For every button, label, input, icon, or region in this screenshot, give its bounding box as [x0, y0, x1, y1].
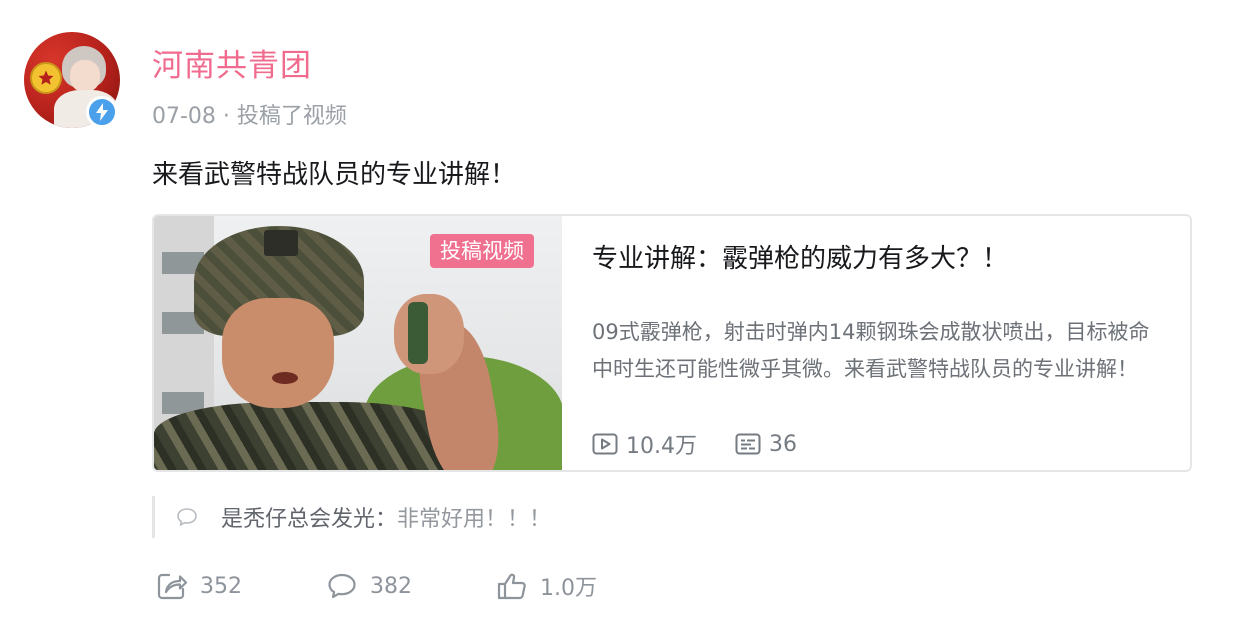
danmaku-icon [735, 433, 761, 455]
share-icon [157, 573, 188, 600]
view-count: 10.4万 [592, 428, 697, 460]
comment-username[interactable]: 是秃仔总会发光 [221, 501, 375, 533]
league-emblem [30, 62, 62, 94]
like-button[interactable]: 1.0万 [496, 570, 597, 602]
reply-icon [328, 573, 356, 599]
post-meta: 07-08 · 投稿了视频 [152, 98, 347, 130]
top-comment[interactable]: 是秃仔总会发光：非常好用！！！ [152, 496, 852, 538]
author-name[interactable]: 河南共青团 [152, 40, 312, 85]
meta-separator: · [215, 104, 237, 129]
video-thumbnail[interactable]: 投稿视频 [154, 216, 562, 470]
danmaku-count-value: 36 [769, 431, 797, 457]
reply-button[interactable]: 382 [326, 571, 412, 601]
comment-count: 382 [370, 573, 412, 599]
comment-bubble-icon [177, 508, 197, 526]
play-icon [592, 433, 618, 455]
video-card[interactable]: 投稿视频 专业讲解：霰弹枪的威力有多大？！ 09式霰弹枪，射击时弹内14颗钢珠会… [152, 214, 1192, 472]
view-count-value: 10.4万 [626, 434, 697, 459]
comment-separator: ： [375, 507, 398, 532]
post-text: 来看武警特战队员的专业讲解！ [152, 160, 517, 190]
dynamic-post: 河南共青团 07-08 · 投稿了视频 来看武警特战队员的专业讲解！ 投稿视频 … [0, 0, 1254, 622]
thumbs-up-icon [497, 573, 526, 600]
video-title[interactable]: 专业讲解：霰弹枪的威力有多大？！ [592, 238, 1008, 275]
share-count: 352 [200, 573, 242, 599]
video-stats: 10.4万 36 [592, 428, 835, 460]
post-date: 07-08 [152, 104, 216, 129]
video-description: 09式霰弹枪，射击时弹内14颗钢珠会成散状喷出，目标被命中时生还可能性微乎其微。… [592, 320, 1150, 381]
verified-lightning-icon [86, 96, 118, 128]
post-action: 投稿了视频 [236, 104, 347, 129]
danmaku-count: 36 [735, 432, 797, 457]
like-count: 1.0万 [540, 576, 597, 601]
share-button[interactable]: 352 [156, 571, 242, 601]
video-type-badge: 投稿视频 [430, 234, 534, 268]
action-bar: 352 382 1.0万 [156, 570, 681, 602]
comment-text: 非常好用！！！ [397, 507, 552, 532]
